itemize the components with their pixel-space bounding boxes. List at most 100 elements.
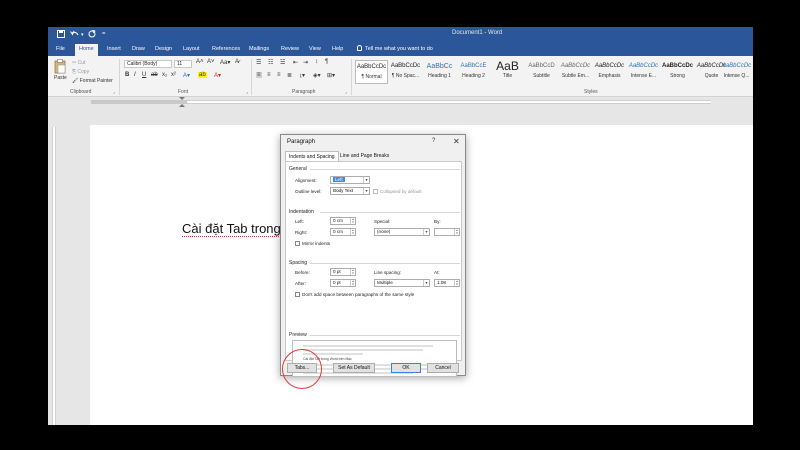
bold-icon[interactable]: B — [125, 72, 129, 78]
italic-icon[interactable]: I — [134, 72, 136, 78]
underline-icon[interactable]: U — [142, 72, 146, 78]
collapsed-checkbox[interactable] — [373, 189, 378, 194]
spinner-icon[interactable]: ▴ ▾ — [350, 229, 355, 235]
tab-design[interactable]: Design — [151, 44, 176, 56]
tab-layout[interactable]: Layout — [179, 44, 204, 56]
clipboard-launcher-icon[interactable]: ⌟ — [113, 89, 115, 94]
set-as-default-button[interactable]: Set As Default — [333, 363, 375, 373]
left-indent-input[interactable]: 0 cm ▴ ▾ — [330, 217, 356, 225]
borders-icon[interactable]: ⊞▾ — [327, 72, 335, 79]
style-emphasis[interactable]: AaBbCcDc Emphasis — [593, 60, 626, 84]
paragraph-group-label: Paragraph — [292, 89, 316, 95]
spinner-icon[interactable]: ▴ ▾ — [454, 229, 459, 235]
by-input[interactable]: ▴ ▾ — [434, 228, 460, 236]
paste-icon[interactable] — [54, 59, 66, 74]
document-text[interactable]: Cài đặt Tab trong — [182, 221, 281, 237]
numbering-icon[interactable]: ☷ — [268, 59, 273, 66]
mirror-indents-checkbox[interactable] — [295, 241, 300, 246]
help-icon[interactable]: ? — [432, 138, 435, 144]
cancel-button[interactable]: Cancel — [427, 363, 459, 373]
close-icon[interactable]: ✕ — [453, 137, 460, 146]
style-sample: AaBbCcDc — [661, 63, 693, 69]
superscript-icon[interactable]: x² — [171, 72, 176, 78]
decrease-indent-icon[interactable]: ⇤ — [293, 59, 298, 66]
spinner-icon[interactable]: ▴ ▾ — [454, 280, 459, 286]
multilevel-list-icon[interactable]: ☱ — [280, 59, 285, 66]
tab-view[interactable]: View — [305, 44, 325, 56]
font-family-select[interactable]: Calibri (Body) — [124, 60, 172, 68]
format-painter-button[interactable]: 🖌 Format Painter — [72, 78, 113, 84]
copy-button[interactable]: ⎘ Copy — [72, 69, 89, 75]
cut-button[interactable]: ✂ Cut — [72, 60, 85, 66]
tab-review[interactable]: Review — [277, 44, 303, 56]
show-marks-icon[interactable]: ¶ — [325, 59, 328, 65]
spinner-icon[interactable]: ▴ ▾ — [350, 269, 355, 275]
style-intense-quote[interactable]: AaBbCcDc Intense Q... — [720, 60, 753, 84]
align-left-icon[interactable]: ≡ — [256, 72, 262, 78]
style-no-spacing[interactable]: AaBbCcDc ¶ No Spac... — [389, 60, 422, 84]
customize-toolbar-icon[interactable]: = — [102, 29, 106, 40]
tab-references[interactable]: References — [208, 44, 244, 56]
spinner-icon[interactable]: ▴ ▾ — [350, 280, 355, 286]
style-heading-2[interactable]: AaBbCcE Heading 2 — [457, 60, 490, 84]
outline-level-select[interactable]: Body Text ▾ — [330, 187, 370, 195]
subscript-icon[interactable]: x₂ — [162, 72, 167, 78]
alignment-select[interactable]: Left ▾ — [330, 176, 370, 184]
shrink-font-icon[interactable]: A˅ — [207, 59, 215, 65]
paste-label[interactable]: Paste — [54, 75, 67, 81]
clear-formatting-icon[interactable]: A̷ — [235, 59, 239, 65]
tab-mailings[interactable]: Mailings — [245, 44, 273, 56]
tab-file[interactable]: File — [52, 44, 69, 56]
right-indent-input[interactable]: 0 cm ▴ ▾ — [330, 228, 356, 236]
style-subtitle[interactable]: AaBbCcD Subtitle — [525, 60, 558, 84]
font-launcher-icon[interactable]: ⌟ — [246, 89, 248, 94]
line-spacing-icon[interactable]: ↨▾ — [299, 72, 305, 79]
tell-me-search[interactable]: Tell me what you want to do — [357, 44, 433, 55]
text-effects-icon[interactable]: A▾ — [183, 72, 190, 79]
before-input[interactable]: 0 pt ▴ ▾ — [330, 268, 356, 276]
grow-font-icon[interactable]: A˄ — [196, 59, 204, 65]
style-subtle-emphasis[interactable]: AaBbCcDc Subtle Em... — [559, 60, 592, 84]
ok-button[interactable]: OK — [391, 363, 421, 373]
undo-dropdown-icon[interactable]: ▾ — [81, 30, 84, 41]
font-color-icon[interactable]: A▾ — [214, 72, 221, 79]
group-separator — [119, 59, 120, 95]
style-strong[interactable]: AaBbCcDc Strong — [661, 60, 694, 84]
highlight-icon[interactable]: ab — [198, 72, 207, 78]
tab-help[interactable]: Help — [328, 44, 347, 56]
sort-icon[interactable]: ↕ — [315, 59, 318, 65]
align-right-icon[interactable]: ≡ — [277, 72, 281, 78]
style-title[interactable]: AaB Title — [491, 60, 524, 84]
change-case-icon[interactable]: Aa▾ — [220, 59, 230, 66]
spinner-icon[interactable]: ▴ ▾ — [350, 218, 355, 224]
redo-icon[interactable] — [88, 30, 96, 38]
font-size-select[interactable]: 11 — [174, 60, 192, 68]
style-normal[interactable]: AaBbCcDc ¶ Normal — [355, 60, 388, 84]
justify-icon[interactable]: ≣ — [287, 72, 292, 79]
style-intense-emphasis[interactable]: AaBbCcDc Intense E... — [627, 60, 660, 84]
dont-add-space-checkbox[interactable] — [295, 292, 300, 297]
font-family-value: Calibri (Body) — [127, 61, 158, 67]
save-icon[interactable] — [57, 30, 65, 38]
shading-icon[interactable]: ◈▾ — [313, 72, 321, 79]
after-input[interactable]: 0 pt ▴ ▾ — [330, 279, 356, 287]
bullets-icon[interactable]: ☰ — [256, 59, 261, 66]
style-heading-1[interactable]: AaBbCc Heading 1 — [423, 60, 456, 84]
horizontal-ruler[interactable] — [48, 97, 753, 107]
special-select[interactable]: (none) ▾ — [374, 228, 430, 236]
tab-draw[interactable]: Draw — [128, 44, 149, 56]
left-indent-value: 0 cm — [333, 218, 343, 223]
paragraph-launcher-icon[interactable]: ⌟ — [345, 89, 347, 94]
tab-home[interactable]: Home — [75, 44, 98, 56]
line-spacing-select[interactable]: Multiple ▾ — [374, 279, 430, 287]
at-input[interactable]: 1.08 ▴ ▾ — [434, 279, 460, 287]
indent-marker-icon[interactable] — [179, 97, 185, 107]
strikethrough-icon[interactable]: ab — [151, 72, 158, 78]
style-sample: AaBbCc — [426, 63, 453, 70]
tab-insert[interactable]: Insert — [103, 44, 125, 56]
increase-indent-icon[interactable]: ⇥ — [303, 59, 308, 66]
vertical-ruler[interactable] — [48, 107, 58, 425]
align-center-icon[interactable]: ≡ — [267, 72, 271, 78]
style-sample: AaBbCcDc — [390, 63, 421, 69]
undo-icon[interactable] — [70, 30, 79, 38]
